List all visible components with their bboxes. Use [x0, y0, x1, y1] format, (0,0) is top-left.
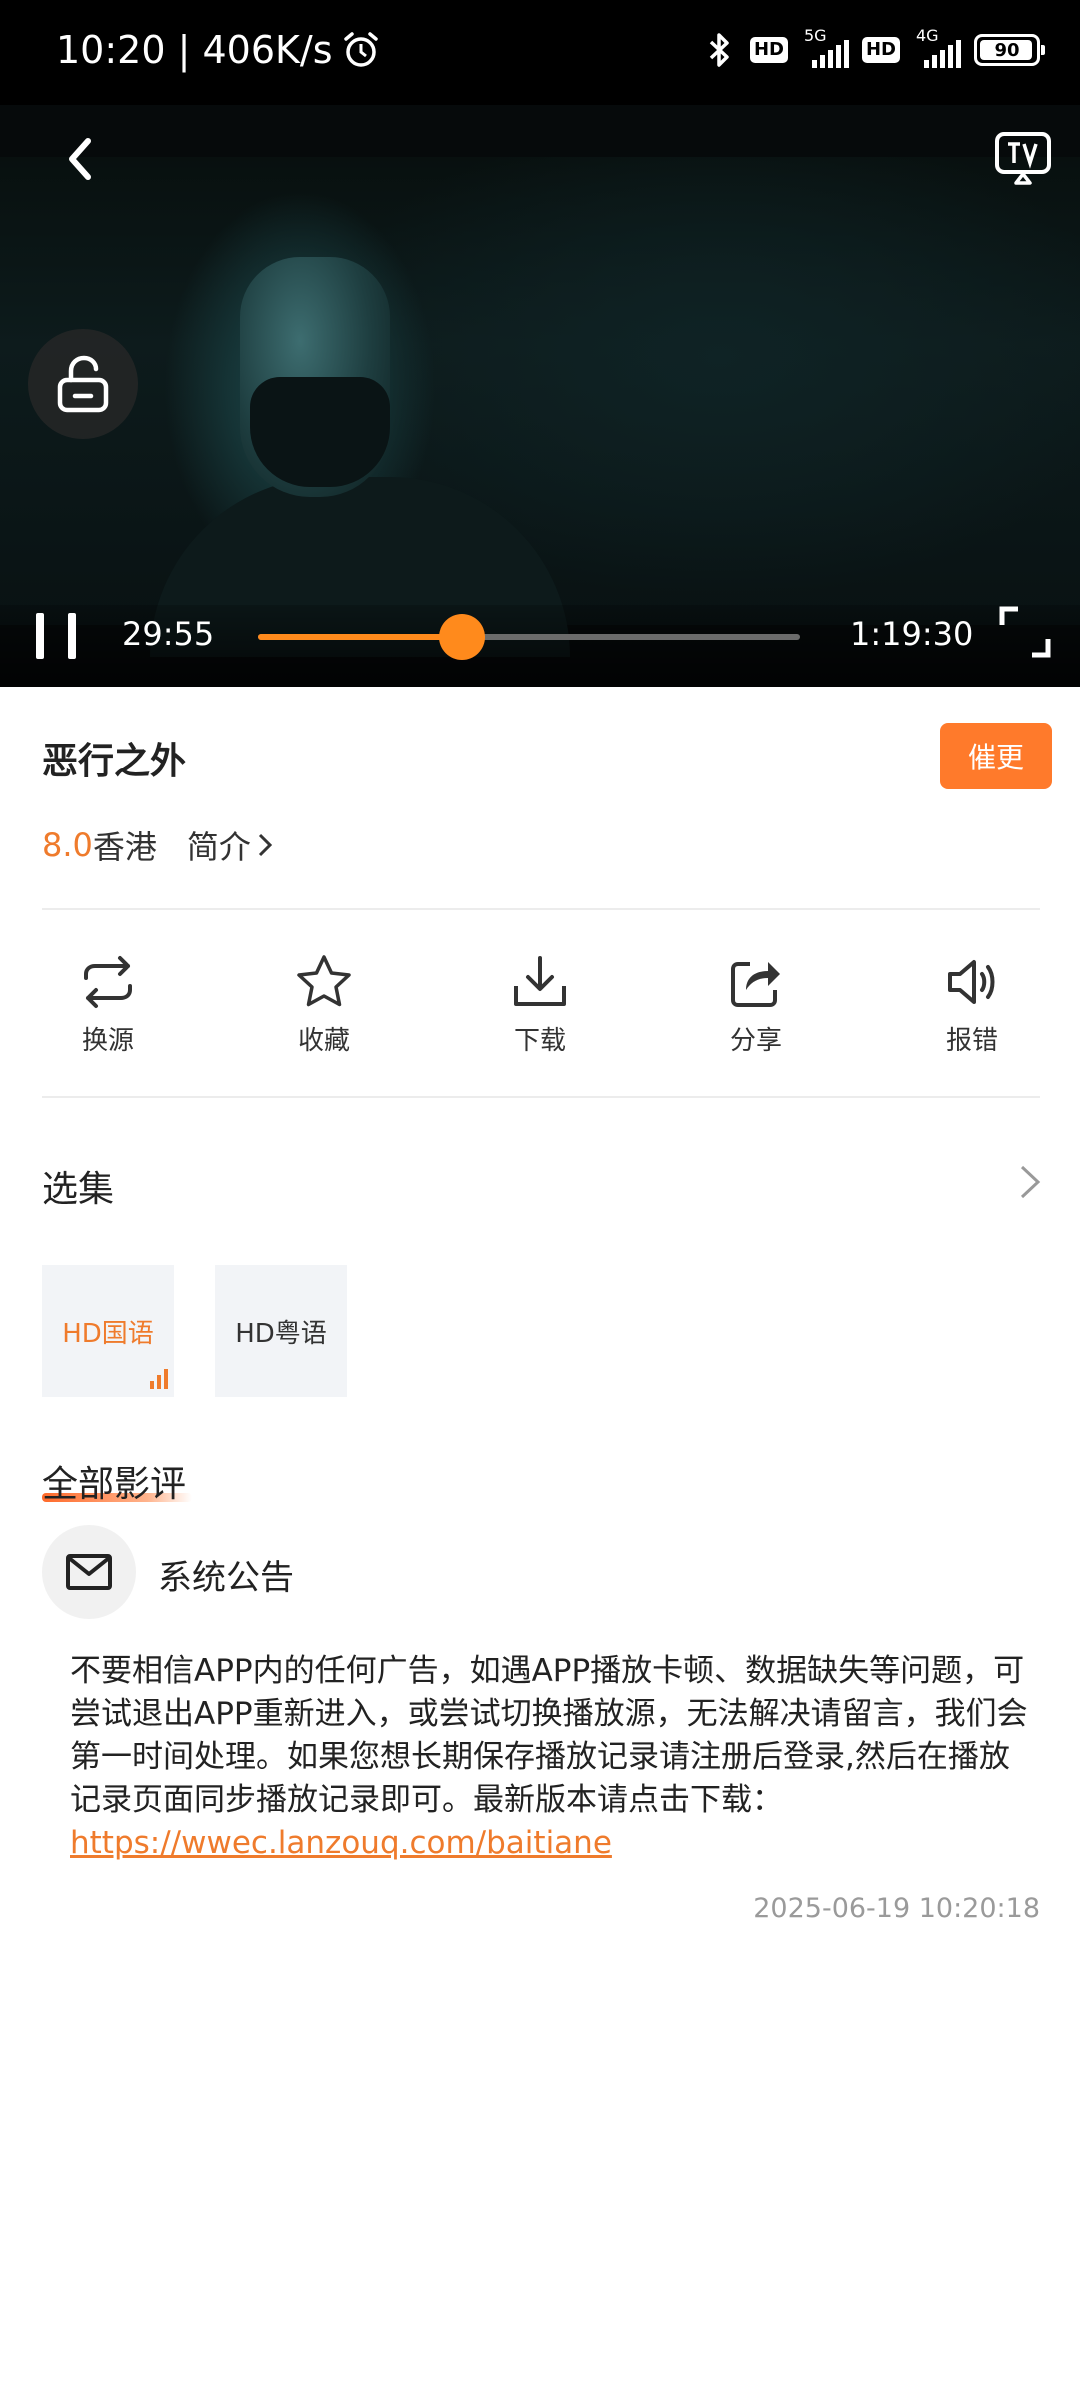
urge-update-button[interactable]: 催更 — [940, 723, 1052, 789]
episodes-label: 选集 — [42, 1169, 115, 1210]
episode-hd-mandarin[interactable]: HD国语 — [42, 1265, 174, 1397]
divider — [42, 908, 1040, 910]
player-controls: 29:55 1:19:30 — [0, 605, 1080, 687]
favorite-button[interactable]: 收藏 — [254, 940, 394, 1080]
pause-icon[interactable] — [36, 613, 76, 659]
battery-icon: 90 — [974, 34, 1045, 66]
rating: 8.0 — [42, 826, 93, 864]
avatar — [42, 1525, 136, 1619]
status-left: 10:20 | 406K/s — [56, 28, 381, 72]
hd-badge-1: HD — [749, 37, 788, 63]
divider — [42, 1096, 1040, 1098]
episode-label: HD国语 — [62, 1318, 154, 1349]
notice-text: 不要相信APP内的任何广告，如遇APP播放卡顿、数据缺失等问题，可尝试退出APP… — [70, 1653, 1028, 1818]
meta-row: 8.0 香港 简介 — [42, 822, 273, 868]
reviews-title: 全部影评 — [42, 1464, 187, 1505]
download-link[interactable]: https://wwec.lanzouq.com/baitiane — [70, 1825, 612, 1861]
star-icon — [297, 955, 351, 1007]
action-label: 下载 — [513, 1026, 566, 1056]
region: 香港 — [92, 828, 157, 866]
chevron-right-icon[interactable] — [1016, 1162, 1044, 1202]
video-frame — [0, 157, 1080, 657]
switch-source-button[interactable]: 换源 — [38, 940, 178, 1080]
signal-4g-icon: 4G — [914, 26, 961, 70]
notice-author: 系统公告 — [158, 1558, 294, 1598]
action-bar: 换源 收藏 下载 分享 报错 — [0, 940, 1080, 1080]
progress-played — [258, 634, 462, 640]
video-player[interactable]: 29:55 1:19:30 — [0, 105, 1080, 687]
status-bar: 10:20 | 406K/s HD 5G HD 4G 90 — [0, 0, 1080, 105]
switch-source-icon — [84, 956, 132, 1008]
bluetooth-icon — [709, 33, 729, 67]
duration: 1:19:30 — [850, 615, 974, 653]
tv-cast-icon[interactable] — [994, 131, 1052, 185]
report-error-button[interactable]: 报错 — [902, 940, 1042, 1080]
action-label: 收藏 — [297, 1026, 350, 1056]
mail-icon — [66, 1554, 112, 1590]
status-time-speed: 10:20 | 406K/s — [56, 28, 333, 72]
share-button[interactable]: 分享 — [686, 940, 826, 1080]
progress-bar[interactable] — [258, 614, 800, 660]
notice-date: 2025-06-19 10:20:18 — [753, 1893, 1040, 1924]
intro-label: 简介 — [186, 828, 251, 866]
video-title: 恶行之外 — [42, 741, 187, 782]
unlock-icon — [57, 355, 109, 413]
chevron-right-icon — [258, 833, 273, 857]
fullscreen-icon[interactable] — [998, 605, 1052, 659]
download-button[interactable]: 下载 — [470, 940, 610, 1080]
screen-lock-button[interactable] — [28, 329, 138, 439]
notice-body: 不要相信APP内的任何广告，如遇APP播放卡顿、数据缺失等问题，可尝试退出APP… — [70, 1650, 1030, 1865]
status-right: HD 5G HD 4G 90 — [704, 26, 1045, 70]
action-label: 换源 — [81, 1026, 134, 1056]
intro-link[interactable]: 简介 — [187, 822, 273, 868]
hd-badge-2: HD — [861, 37, 900, 63]
battery-level: 90 — [994, 39, 1020, 61]
share-icon — [731, 962, 780, 1007]
signal-5g-icon: 5G — [802, 26, 849, 70]
action-label: 报错 — [945, 1026, 998, 1056]
alarm-icon — [343, 32, 378, 67]
playing-indicator-icon — [150, 1369, 168, 1389]
download-icon — [514, 956, 566, 1006]
episode-label: HD粤语 — [235, 1318, 327, 1349]
episode-hd-cantonese[interactable]: HD粤语 — [215, 1265, 347, 1397]
action-label: 分享 — [729, 1026, 782, 1056]
progress-thumb[interactable] — [438, 614, 485, 660]
current-time: 29:55 — [122, 615, 215, 653]
back-icon[interactable] — [60, 129, 100, 189]
speaker-icon — [948, 960, 995, 1004]
